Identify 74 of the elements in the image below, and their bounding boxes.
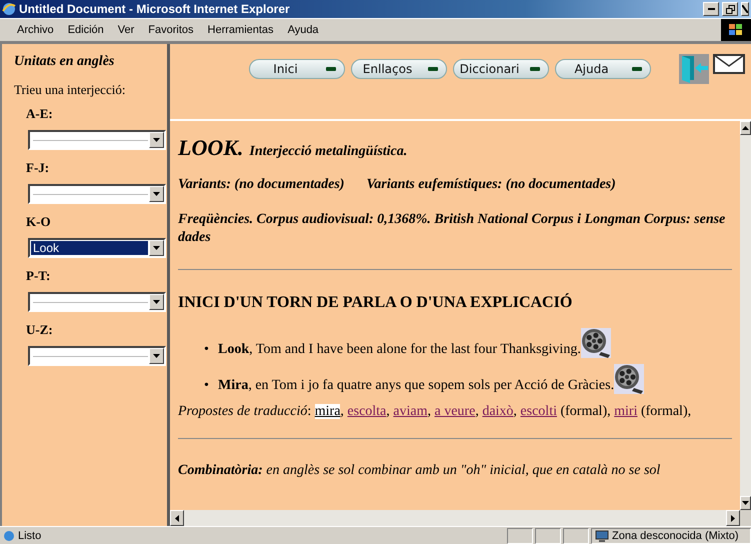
status-panel <box>535 528 561 544</box>
envelope-icon[interactable] <box>713 54 745 74</box>
horizontal-scrollbar[interactable] <box>170 510 740 526</box>
prompt-text: Trieu una interjecció: <box>14 82 126 98</box>
vertical-scrollbar[interactable] <box>740 121 751 510</box>
caret-icon <box>153 300 160 304</box>
caret-icon <box>742 501 749 505</box>
translation-link[interactable]: mira <box>314 404 340 419</box>
bullet: • <box>204 342 210 358</box>
example-sentence: Look, Tom and I have been alone for the last four Thanksgiving. <box>218 342 581 358</box>
caret-icon <box>731 514 735 522</box>
scroll-down-button[interactable] <box>740 496 751 510</box>
select-label: A-E: <box>26 106 54 122</box>
status-panel <box>563 528 589 544</box>
menu-item[interactable]: Ver <box>110 24 142 36</box>
dropdown-select[interactable] <box>28 130 166 150</box>
word-category: Interjecció metalingüística. <box>249 144 408 159</box>
menu-item[interactable]: Herramientas <box>200 24 281 36</box>
translation-link[interactable]: escolta <box>347 404 386 419</box>
menu-item[interactable]: Favoritos <box>141 24 201 36</box>
caret-icon <box>175 514 179 522</box>
close-button[interactable] <box>741 2 749 16</box>
select-label: U-Z: <box>26 322 54 338</box>
translation-proposals: Propostes de traducció: mira, escolta, aviam, a veure, daixò, escolti (formal), miri (formal), <box>178 404 692 420</box>
film-reel-icon <box>580 328 611 358</box>
minimize-icon <box>708 8 714 10</box>
example-sentence: Mira, en Tom i jo fa quatre anys que sopem sols per Acció de Gràcies. <box>218 378 614 394</box>
minimize-button[interactable] <box>703 2 719 16</box>
caret-icon <box>742 126 749 130</box>
scroll-up-button[interactable] <box>740 121 751 135</box>
caret-icon <box>153 354 160 358</box>
select-label: K-O <box>26 214 52 230</box>
scroll-right-button[interactable] <box>726 510 740 526</box>
restore-icon <box>726 4 734 14</box>
menu-item[interactable]: Edición <box>60 24 111 36</box>
frequencies-text: Freqüències. Corpus audiovisual: 0,1368%. British National Corpus i Longman Corpus: sense dades <box>178 211 726 247</box>
translation-link[interactable]: a veure <box>434 404 476 419</box>
translation-link[interactable]: miri <box>614 404 638 419</box>
restore-button[interactable] <box>722 2 738 16</box>
translation-link[interactable]: daixò <box>482 404 514 419</box>
status-text: Listo <box>0 528 505 544</box>
bullet: • <box>204 378 210 394</box>
nav-button[interactable]: Diccionari <box>452 59 548 79</box>
scroll-left-button[interactable] <box>170 510 184 526</box>
dropdown-select[interactable] <box>28 346 166 366</box>
nav-button[interactable]: Inici <box>248 59 344 79</box>
status-panel <box>507 528 533 544</box>
menu-item[interactable]: Ayuda <box>280 24 326 36</box>
window-title: Untitled Document - Microsoft Internet Explorer <box>19 2 291 16</box>
caret-icon <box>153 138 160 142</box>
nav-button[interactable]: Ajuda <box>554 59 650 79</box>
nav-button[interactable]: Enllaços <box>350 59 446 79</box>
headword: LOOK. <box>178 135 244 160</box>
select-label: F-J: <box>26 160 50 176</box>
sidebar-title: Unitats en anglès <box>14 54 116 70</box>
select-label: P-T: <box>26 268 52 284</box>
dropdown-select[interactable]: Look <box>28 238 166 258</box>
combinatorics-text: Combinatòria: en anglès se sol combinar amb un "oh" inicial, que en català no se sol <box>178 463 662 479</box>
browser-icon <box>2 2 16 16</box>
security-zone: Zona desconocida (Mixto) <box>591 528 751 544</box>
windows-logo-icon <box>721 18 751 40</box>
translation-link[interactable]: escolti <box>520 404 557 419</box>
dropdown-select[interactable] <box>28 292 166 312</box>
close-icon <box>742 5 748 13</box>
translation-link[interactable]: aviam <box>393 404 428 419</box>
euphemisms-text: Variants eufemístiques: (no documentades) <box>366 177 616 193</box>
film-reel-icon <box>614 364 644 394</box>
caret-icon <box>153 246 160 250</box>
dropdown-select[interactable] <box>28 184 166 204</box>
menu-item[interactable]: Archivo <box>10 24 61 36</box>
variants-text: Variants: (no documentades) <box>178 177 344 193</box>
computer-icon <box>595 530 609 542</box>
caret-icon <box>153 192 160 196</box>
section-heading: INICI D'UN TORN DE PARLA O D'UNA EXPLICACIÓ <box>178 294 574 312</box>
